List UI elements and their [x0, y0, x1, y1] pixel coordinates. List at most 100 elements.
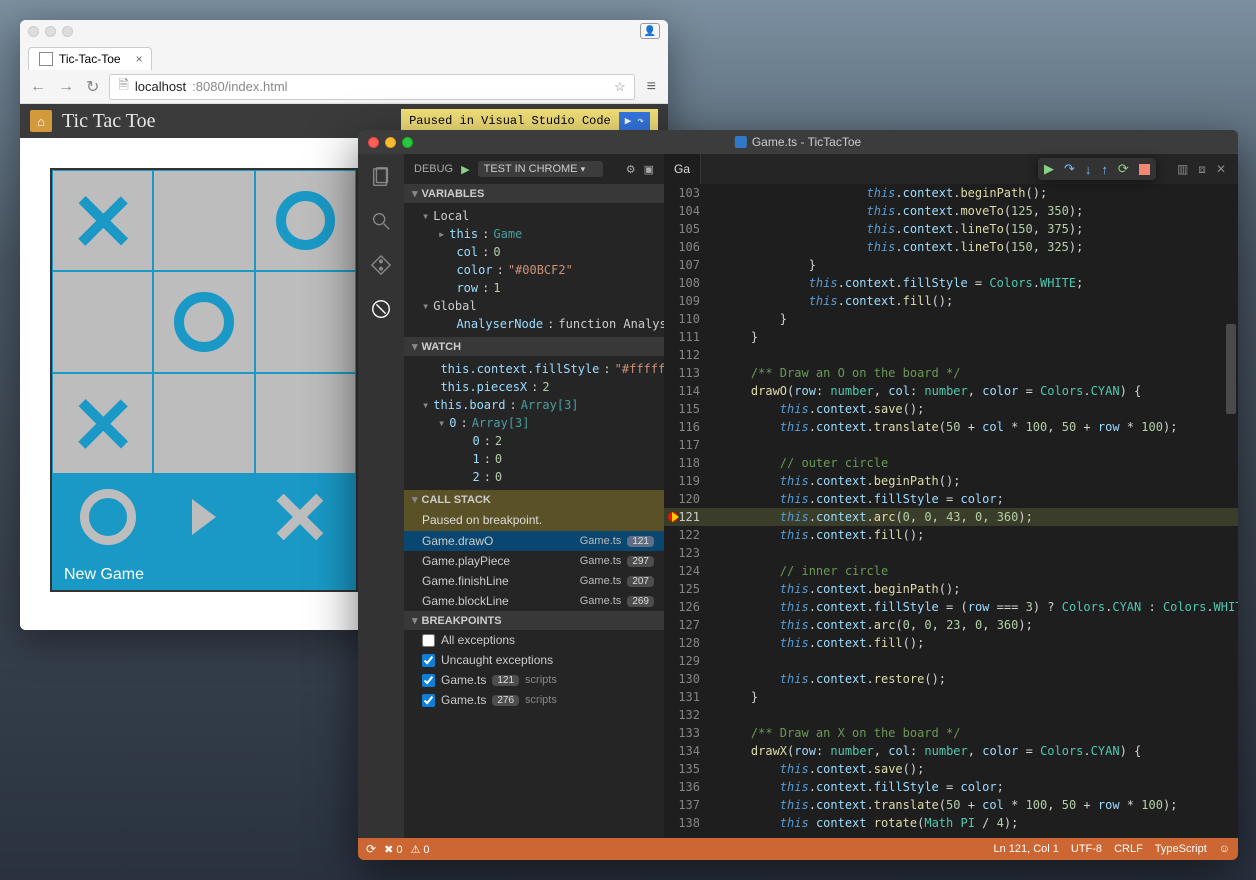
watch-leaf[interactable]: 2: 0 [404, 468, 664, 486]
chrome-profile-icon[interactable]: 👤 [640, 23, 660, 39]
code-line[interactable]: 121 this.context.arc(0, 0, 43, 0, 360); [664, 508, 1238, 526]
code-line[interactable]: 134 drawX(row: number, col: number, colo… [664, 742, 1238, 760]
code-editor[interactable]: 103 this.context.beginPath();104 this.co… [664, 184, 1238, 838]
var-analyser[interactable]: AnalyserNode: function AnalyserNod… [404, 315, 664, 333]
address-bar[interactable]: 🗎 localhost:8080/index.html ☆ [109, 74, 634, 100]
cell-2-1[interactable] [154, 374, 253, 473]
watch-leaf[interactable]: 1: 0 [404, 450, 664, 468]
cell-0-1[interactable] [154, 171, 253, 270]
code-line[interactable]: 123 [664, 544, 1238, 562]
sync-icon[interactable]: ⟳ [366, 842, 376, 856]
back-button[interactable]: ← [28, 78, 48, 96]
var-color[interactable]: color: "#00BCF2" [404, 261, 664, 279]
callstack-frame[interactable]: Game.blockLineGame.ts269 [404, 591, 664, 611]
code-line[interactable]: 111 } [664, 328, 1238, 346]
debug-step-icon[interactable]: ↷ [635, 114, 646, 128]
var-col[interactable]: col: 0 [404, 243, 664, 261]
code-line[interactable]: 116 this.context.translate(50 + col * 10… [664, 418, 1238, 436]
chrome-menu-icon[interactable]: ≡ [643, 78, 660, 96]
code-line[interactable]: 105 this.context.lineTo(150, 375); [664, 220, 1238, 238]
callstack-frame[interactable]: Game.finishLineGame.ts207 [404, 571, 664, 591]
watch-item[interactable]: ▾this.board: Array[3] [404, 396, 664, 414]
code-line[interactable]: 104 this.context.moveTo(125, 350); [664, 202, 1238, 220]
bp-item[interactable]: Game.ts276scripts [404, 690, 664, 710]
bp-uncaught-exceptions[interactable]: Uncaught exceptions [404, 650, 664, 670]
code-line[interactable]: 128 this.context.fill(); [664, 634, 1238, 652]
bp-checkbox[interactable] [422, 674, 435, 687]
variables-section-header[interactable]: ▾VARIABLES [404, 184, 664, 203]
tab-close-icon[interactable]: × [136, 52, 143, 66]
search-icon[interactable] [368, 208, 394, 234]
code-line[interactable]: 130 this.context.restore(); [664, 670, 1238, 688]
code-line[interactable]: 127 this.context.arc(0, 0, 23, 0, 360); [664, 616, 1238, 634]
cell-2-0[interactable] [53, 374, 152, 473]
code-line[interactable]: 103 this.context.beginPath(); [664, 184, 1238, 202]
traffic-lights[interactable] [368, 137, 413, 148]
code-line[interactable]: 137 this.context.translate(50 + col * 10… [664, 796, 1238, 814]
code-line[interactable]: 115 this.context.save(); [664, 400, 1238, 418]
code-line[interactable]: 122 this.context.fill(); [664, 526, 1238, 544]
forward-button[interactable]: → [56, 78, 76, 96]
scope-local[interactable]: ▾Local [404, 207, 664, 225]
callstack-section-header[interactable]: ▾CALL STACK [404, 490, 664, 509]
scrollbar[interactable] [1226, 184, 1236, 838]
debug-stepout-icon[interactable]: ↑ [1101, 162, 1108, 177]
code-line[interactable]: 135 this.context.save(); [664, 760, 1238, 778]
debug-restart-icon[interactable]: ⟳ [1118, 161, 1129, 177]
more-icon[interactable]: ⧈ [1198, 162, 1206, 177]
traffic-lights[interactable] [28, 26, 73, 37]
cell-0-2[interactable] [256, 171, 355, 270]
code-line[interactable]: 117 [664, 436, 1238, 454]
debug-stepover-icon[interactable]: ↷ [1064, 161, 1075, 177]
watch-section-header[interactable]: ▾WATCH [404, 337, 664, 356]
status-cursor-pos[interactable]: Ln 121, Col 1 [993, 843, 1058, 855]
debug-icon[interactable] [368, 296, 394, 322]
callstack-frame[interactable]: Game.drawOGame.ts121 [404, 531, 664, 551]
bp-checkbox[interactable] [422, 654, 435, 667]
watch-item[interactable]: this.context.fillStyle: "#ffffff" [404, 360, 664, 378]
debug-resume-icon[interactable]: ▶ [623, 114, 634, 128]
code-line[interactable]: 133 /** Draw an X on the board */ [664, 724, 1238, 742]
callstack-frame[interactable]: Game.playPieceGame.ts297 [404, 551, 664, 571]
debug-config-select[interactable]: Test in chrome ▾ [478, 161, 604, 177]
code-line[interactable]: 114 drawO(row: number, col: number, colo… [664, 382, 1238, 400]
status-errors[interactable]: ✖ 0 [384, 843, 402, 856]
chrome-tab[interactable]: Tic-Tac-Toe × [28, 47, 152, 70]
code-line[interactable]: 118 // outer circle [664, 454, 1238, 472]
code-line[interactable]: 119 this.context.beginPath(); [664, 472, 1238, 490]
var-row[interactable]: row: 1 [404, 279, 664, 297]
code-line[interactable]: 129 [664, 652, 1238, 670]
debug-continue-icon[interactable]: ▶ [1044, 161, 1054, 177]
new-game-button[interactable]: New Game [52, 560, 356, 590]
status-language[interactable]: TypeScript [1155, 843, 1207, 855]
home-icon[interactable]: ⌂ [30, 110, 52, 132]
code-line[interactable]: 110 } [664, 310, 1238, 328]
explorer-icon[interactable] [368, 164, 394, 190]
code-line[interactable]: 112 [664, 346, 1238, 364]
editor-tab[interactable]: Ga [664, 154, 701, 184]
code-line[interactable]: 124 // inner circle [664, 562, 1238, 580]
status-eol[interactable]: CRLF [1114, 843, 1143, 855]
code-line[interactable]: 131 } [664, 688, 1238, 706]
status-encoding[interactable]: UTF-8 [1071, 843, 1102, 855]
bp-checkbox[interactable] [422, 694, 435, 707]
status-warnings[interactable]: ⚠ 0 [410, 843, 429, 856]
git-icon[interactable] [368, 252, 394, 278]
watch-leaf[interactable]: 0: 2 [404, 432, 664, 450]
debug-console-icon[interactable]: ▣ [644, 163, 654, 176]
code-line[interactable]: 108 this.context.fillStyle = Colors.WHIT… [664, 274, 1238, 292]
bp-checkbox[interactable] [422, 634, 435, 647]
code-line[interactable]: 109 this.context.fill(); [664, 292, 1238, 310]
close-editor-icon[interactable]: ✕ [1216, 162, 1226, 177]
watch-item[interactable]: this.piecesX: 2 [404, 378, 664, 396]
code-line[interactable]: 106 this.context.lineTo(150, 325); [664, 238, 1238, 256]
cell-2-2[interactable] [256, 374, 355, 473]
code-line[interactable]: 126 this.context.fillStyle = (row === 3)… [664, 598, 1238, 616]
reload-button[interactable]: ↻ [84, 77, 101, 97]
scrollbar-thumb[interactable] [1226, 324, 1236, 414]
feedback-icon[interactable]: ☺ [1219, 843, 1230, 855]
code-line[interactable]: 107 } [664, 256, 1238, 274]
cell-1-2[interactable] [256, 272, 355, 371]
code-line[interactable]: 113 /** Draw an O on the board */ [664, 364, 1238, 382]
code-line[interactable]: 120 this.context.fillStyle = color; [664, 490, 1238, 508]
